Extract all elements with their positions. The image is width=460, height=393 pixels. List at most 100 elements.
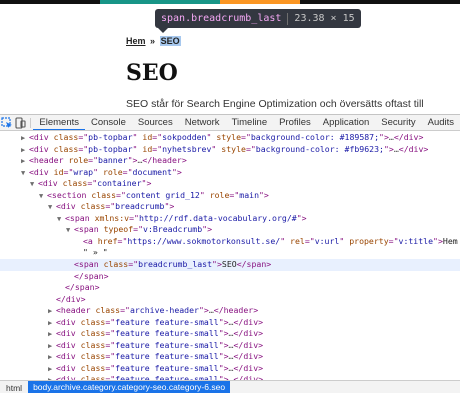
dom-token-val: v:Breadcrumb bbox=[143, 224, 203, 235]
dom-token-tag: =" bbox=[388, 235, 399, 246]
topbar-sokpodden[interactable] bbox=[100, 0, 220, 4]
dom-node[interactable]: ▶ <div class="pb-topbar" id="sokpodden" s… bbox=[0, 132, 460, 144]
dom-node-selected[interactable]: <span class="breadcrumb_last">SEO</span> bbox=[0, 259, 460, 271]
tab-elements[interactable]: Elements bbox=[33, 115, 85, 130]
page-intro-text: SEO står för Search Engine Optimization … bbox=[126, 98, 424, 110]
dom-token-tag: "> bbox=[164, 201, 175, 212]
tab-console[interactable]: Console bbox=[85, 115, 132, 130]
dom-token-attr: xmlns:v bbox=[94, 212, 130, 223]
dom-token-attr: style bbox=[216, 132, 242, 142]
expand-triangle-icon[interactable]: ▶ bbox=[48, 364, 56, 375]
top-bars bbox=[0, 0, 460, 4]
dom-token-tag: =" bbox=[245, 143, 256, 154]
dom-token-attr: class bbox=[80, 362, 106, 373]
inspect-tooltip: span.breadcrumb_last 23.38 × 15 bbox=[155, 9, 361, 28]
expand-triangle-icon[interactable]: ▶ bbox=[21, 133, 29, 144]
dom-token-val: background-color: #189587; bbox=[250, 132, 380, 142]
dom-crumb-html[interactable]: html bbox=[0, 383, 28, 393]
dom-token-tag: "> bbox=[171, 166, 182, 177]
dom-token-tag: =" bbox=[152, 132, 163, 142]
dom-node[interactable]: </span> bbox=[0, 271, 460, 283]
tab-audits[interactable]: Audits bbox=[422, 115, 460, 130]
tab-timeline[interactable]: Timeline bbox=[226, 115, 274, 130]
topbar-nyhetsbrev[interactable] bbox=[220, 0, 300, 4]
dom-node[interactable]: ▶<div class="feature feature-small">…</d… bbox=[0, 317, 460, 329]
expand-triangle-icon[interactable]: ▶ bbox=[48, 306, 56, 317]
device-toolbar-icon[interactable] bbox=[13, 115, 26, 130]
dom-node[interactable]: ▼ <section class="content grid_12" role="… bbox=[0, 190, 460, 202]
dom-token-attr: class bbox=[91, 189, 117, 200]
breadcrumb-last: SEO bbox=[159, 36, 181, 46]
dom-token-tag: =" bbox=[129, 212, 139, 223]
devtools-tabs: Elements Console Sources Network Timeline Pro… bbox=[33, 115, 460, 130]
dom-node[interactable]: ▼ <div class="breadcrumb"> bbox=[0, 201, 460, 213]
page-viewport: span.breadcrumb_last 23.38 × 15 Hem » SE… bbox=[0, 0, 460, 114]
dom-token-attr: class bbox=[80, 339, 106, 350]
dom-token-tag: =" bbox=[241, 132, 251, 142]
collapse-triangle-icon[interactable]: ▼ bbox=[57, 214, 65, 225]
dom-token-tag: "> bbox=[218, 362, 229, 373]
dom-token-attr: class bbox=[53, 143, 79, 154]
dom-node[interactable]: ▶ <div class="pb-topbar" id="nyhetsbrev" … bbox=[0, 144, 460, 156]
dom-token-tag: =" bbox=[120, 305, 130, 316]
expand-triangle-icon[interactable]: ▶ bbox=[48, 352, 56, 363]
dom-token-attr: typeof bbox=[103, 224, 134, 235]
collapse-triangle-icon[interactable]: ▼ bbox=[39, 191, 47, 202]
dom-token-tag: =" bbox=[128, 259, 139, 270]
dom-token-tag: <a bbox=[83, 235, 98, 246]
collapse-triangle-icon[interactable]: ▼ bbox=[66, 225, 74, 236]
dom-token-val: banner bbox=[98, 155, 128, 166]
dom-node[interactable]: ▼ <div class="container"> bbox=[0, 178, 460, 190]
dom-node[interactable]: </span> bbox=[0, 282, 460, 294]
dom-node[interactable]: ▼ <span typeof="v:Breadcrumb"> bbox=[0, 224, 460, 236]
dom-token-tag: <div bbox=[56, 351, 81, 362]
dom-token-tag: =" bbox=[78, 143, 89, 154]
tab-network[interactable]: Network bbox=[179, 115, 226, 130]
dom-node[interactable]: </div> bbox=[0, 294, 460, 306]
inspect-element-icon[interactable] bbox=[0, 115, 13, 130]
dom-token-tag: =" bbox=[229, 189, 240, 200]
dom-token-tag: <div bbox=[56, 328, 81, 339]
tab-sources[interactable]: Sources bbox=[132, 115, 179, 130]
dom-crumb-body[interactable]: body.archive.category.category-seo.categ… bbox=[28, 381, 231, 393]
dom-token-tag: " bbox=[132, 143, 143, 154]
dom-node[interactable]: ▶ <header class="archive-header">…</heade… bbox=[0, 305, 460, 317]
dom-node[interactable]: ▼ <div id="wrap" role="document"> bbox=[0, 167, 460, 179]
dom-node[interactable]: ▼ <span xmlns:v="http://rdf.data-vocabula… bbox=[0, 213, 460, 225]
dom-node[interactable]: ▶<div class="feature feature-small">…</d… bbox=[0, 328, 460, 340]
expand-triangle-icon[interactable]: ▶ bbox=[21, 145, 29, 156]
expand-triangle-icon[interactable]: ▶ bbox=[48, 341, 56, 352]
dom-node[interactable]: ▶ <header role="banner">…</header> bbox=[0, 155, 460, 167]
dom-token-val: main bbox=[239, 189, 259, 200]
dom-token-attr: role bbox=[209, 189, 230, 200]
dom-token-tag: "> bbox=[127, 155, 138, 166]
tab-security[interactable]: Security bbox=[375, 115, 421, 130]
dom-node[interactable]: ▶<div class="feature feature-small">…</d… bbox=[0, 363, 460, 375]
expand-triangle-icon[interactable]: ▶ bbox=[48, 318, 56, 329]
collapse-triangle-icon[interactable]: ▼ bbox=[21, 168, 29, 179]
collapse-triangle-icon[interactable]: ▼ bbox=[48, 202, 56, 213]
dom-node[interactable]: " » " bbox=[0, 247, 460, 259]
dom-token-tag: " bbox=[93, 166, 103, 177]
dom-token-tag: " bbox=[199, 189, 210, 200]
collapse-triangle-icon[interactable]: ▼ bbox=[30, 179, 38, 190]
elements-tree[interactable]: ▶ <div class="pb-topbar" id="sokpodden" s… bbox=[0, 132, 460, 380]
dom-token-tag: <span bbox=[65, 212, 95, 223]
dom-token-tag: =" bbox=[87, 178, 98, 189]
dom-token-attr: class bbox=[80, 328, 106, 339]
tab-profiles[interactable]: Profiles bbox=[273, 115, 317, 130]
dom-token-tag: <div bbox=[56, 201, 81, 212]
expand-triangle-icon[interactable]: ▶ bbox=[21, 156, 29, 167]
dom-token-tag: </div> bbox=[398, 143, 429, 154]
breadcrumb-home-link[interactable]: Hem bbox=[126, 36, 146, 46]
toolbar-divider bbox=[29, 117, 31, 128]
dom-token-tag: <span bbox=[74, 224, 104, 235]
dom-token-tag: </div> bbox=[233, 328, 264, 339]
dom-node[interactable]: ▶<div class="feature feature-small">…</d… bbox=[0, 340, 460, 352]
dom-token-tag: " bbox=[206, 132, 217, 142]
dom-node[interactable]: ▶<div class="feature feature-small">…</d… bbox=[0, 351, 460, 363]
dom-token-attr: property bbox=[349, 235, 389, 246]
expand-triangle-icon[interactable]: ▶ bbox=[48, 329, 56, 340]
tab-application[interactable]: Application bbox=[317, 115, 375, 130]
dom-node[interactable]: <a href="https://www.sokmotorkonsult.se/… bbox=[0, 236, 460, 248]
